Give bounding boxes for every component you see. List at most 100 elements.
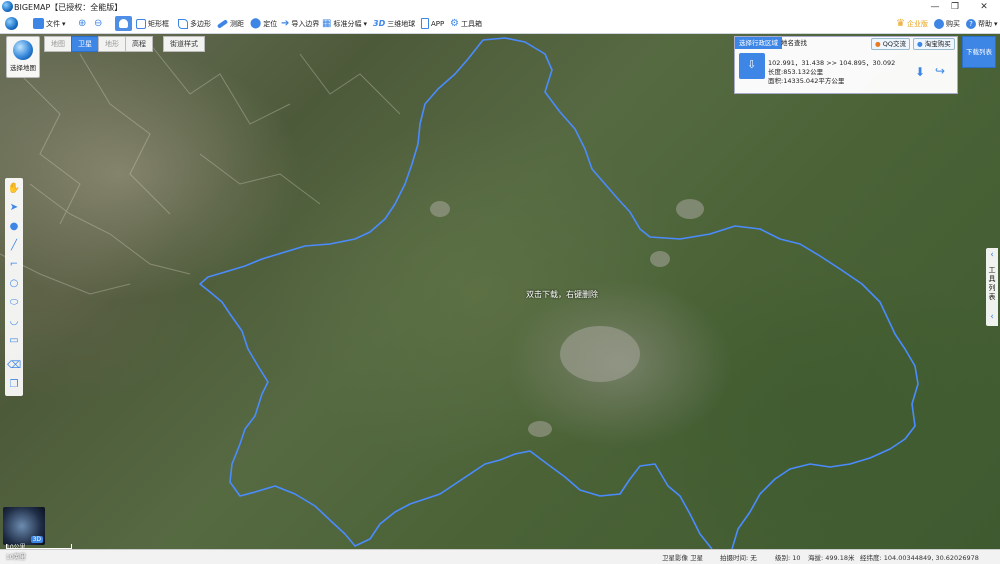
tab-street-style[interactable]: 街道样式 <box>163 36 205 52</box>
tab-elevation[interactable]: 高程 <box>125 36 153 52</box>
gear-icon: ⚙ <box>450 18 459 29</box>
help-icon: ? <box>966 18 976 29</box>
tab-terrain[interactable]: 地形 <box>98 36 126 52</box>
app-button[interactable]: APP <box>421 16 444 31</box>
zoom-in-button[interactable]: ⊕ <box>78 16 86 31</box>
zoom-out-button[interactable]: ⊖ <box>94 16 102 31</box>
minimap-3d[interactable]: 3D <box>3 507 45 545</box>
draw-tools-panel: ✋ ➤ ● ╱ ⌐ ○ ⬭ ◡ ▭ ⌫ ❐ <box>5 178 23 396</box>
standard-grid-label: 标准分幅 <box>333 19 362 28</box>
file-menu[interactable]: 文件 ▾ <box>33 16 66 31</box>
dropdown-arrow-icon: ▾ <box>994 19 998 28</box>
status-image-source: 卫星影像 卫星 <box>662 554 704 562</box>
app-label: APP <box>431 19 445 28</box>
circle-tool-icon[interactable]: ○ <box>7 276 21 290</box>
close-button[interactable]: ✕ <box>975 1 993 13</box>
import-boundary-label: 导入边界 <box>291 19 320 28</box>
chevron-left-icon[interactable]: ‹ <box>986 250 998 260</box>
qq-icon: ● <box>875 40 881 48</box>
map-overlay <box>0 37 919 549</box>
status-capture-time: 拍摄时间: 无 <box>720 554 757 562</box>
globe-menu-icon[interactable] <box>5 17 18 30</box>
3d-earth-label: 三维地球 <box>387 19 416 28</box>
crown-icon: ♛ <box>896 18 905 29</box>
download-icon[interactable]: ⬇ <box>915 65 925 79</box>
status-altitude: 海拔: 499.18米 <box>808 554 855 562</box>
map-hint-text: 双击下载，右键删除 <box>526 290 598 299</box>
file-menu-label: 文件 <box>46 19 60 28</box>
region-info-panel: 选择行政区域 地名查找 ● QQ交流 ● 淘宝购买 ⇩ 102.991，31.4… <box>734 36 958 94</box>
zoom-in-icon: ⊕ <box>78 18 87 29</box>
dropdown-arrow-icon: ▾ <box>62 19 66 28</box>
tool-list-label: 工具列表 <box>988 266 996 301</box>
taobao-buy-label: 淘宝购买 <box>924 40 951 48</box>
enterprise-button[interactable]: ♛ 企业版 <box>896 16 928 31</box>
zoom-out-icon: ⊖ <box>94 18 103 29</box>
user-icon <box>934 18 944 29</box>
city-patches <box>430 199 704 437</box>
restore-button[interactable]: ❐ <box>946 1 964 13</box>
download-list-button[interactable]: 下载列表 <box>962 36 996 68</box>
hand-icon <box>119 19 128 28</box>
chevron-left-icon[interactable]: ‹ <box>986 312 998 322</box>
satellite-map[interactable] <box>0 34 1000 549</box>
arc-tool-icon[interactable]: ◡ <box>7 314 21 328</box>
polygon-icon <box>178 18 188 29</box>
hand-tool-icon[interactable]: ✋ <box>7 181 21 195</box>
standard-grid-menu[interactable]: ▦ 标准分幅 ▾ <box>322 16 367 31</box>
line-tool-icon[interactable]: ╱ <box>7 238 21 252</box>
download-arrow-icon: ⇩ <box>747 58 757 71</box>
main-toolbar: 文件 ▾ ⊕ ⊖ 矩形框 多边形 测距 ⬤ 定位 ➔ 导入边界 ▦ 标准分幅 ▾ 3… <box>0 14 1000 34</box>
folder-icon <box>33 18 44 29</box>
tab-select-admin-region[interactable]: 选择行政区域 <box>735 37 782 49</box>
3d-earth-button[interactable]: 3D 三维地球 <box>373 16 415 31</box>
help-button[interactable]: ? 帮助 ▾ <box>966 16 998 31</box>
help-label: 帮助 <box>978 19 992 28</box>
ruler-icon <box>216 18 229 29</box>
rectangle-select-button[interactable]: 矩形框 <box>136 16 169 31</box>
locate-label: 定位 <box>263 19 278 28</box>
eraser-tool-icon[interactable]: ⌫ <box>7 358 21 372</box>
tab-satellite[interactable]: 卫星 <box>71 36 99 52</box>
3d-icon: 3D <box>373 19 386 28</box>
rectangle-icon <box>136 18 146 29</box>
pointer-tool-icon[interactable]: ➤ <box>7 200 21 214</box>
bigemap-logo-icon <box>2 1 13 12</box>
status-zoom-level: 级别: 10 <box>775 554 801 562</box>
tool-list-tab[interactable]: ‹ 工具列表 ‹ <box>986 248 998 326</box>
locate-button[interactable]: ⬤ 定位 <box>250 16 277 31</box>
rectangle-tool-icon[interactable]: ▭ <box>7 333 21 347</box>
rectangle-label: 矩形框 <box>148 19 169 28</box>
grid-icon: ▦ <box>322 18 332 29</box>
pan-hand-button[interactable] <box>115 16 132 31</box>
minimize-button[interactable]: — <box>926 1 944 13</box>
minimap-3d-badge[interactable]: 3D <box>30 536 43 543</box>
marker-tool-icon[interactable]: ● <box>7 219 21 233</box>
taobao-buy-button[interactable]: ● 淘宝购买 <box>913 38 955 50</box>
polyline-tool-icon[interactable]: ⌐ <box>7 257 21 271</box>
qq-chat-label: QQ交流 <box>882 40 906 48</box>
cart-icon: ● <box>917 40 923 48</box>
status-coordinates: 经纬度: 104.00344849, 30.62026978 <box>860 554 979 562</box>
measure-distance-button[interactable]: 测距 <box>216 16 244 31</box>
polygon-select-button[interactable]: 多边形 <box>178 16 211 31</box>
download-folder-icon[interactable]: ⇩ <box>739 53 765 79</box>
app-title: BIGEMAP【已授权：全能版】 <box>14 3 123 12</box>
layers-tool-icon[interactable]: ❐ <box>7 377 21 391</box>
scale-mile: 10英里 <box>6 554 26 561</box>
purchase-button[interactable]: 购买 <box>934 16 960 31</box>
qq-chat-button[interactable]: ● QQ交流 <box>871 38 910 50</box>
title-bar: BIGEMAP【已授权：全能版】 — ❐ ✕ <box>0 0 1000 15</box>
select-map-label: 选择地图 <box>10 64 36 72</box>
import-icon: ➔ <box>281 18 290 29</box>
import-boundary-button[interactable]: ➔ 导入边界 <box>281 16 319 31</box>
toolbox-button[interactable]: ⚙ 工具箱 <box>450 16 482 31</box>
mountain-texture <box>0 43 401 295</box>
ellipse-tool-icon[interactable]: ⬭ <box>7 295 21 309</box>
share-icon[interactable]: ↪ <box>935 64 945 78</box>
tab-map[interactable]: 地图 <box>44 36 72 52</box>
region-area: 面积:14335.042平方公里 <box>768 77 845 85</box>
select-map-button[interactable]: 选择地图 <box>6 36 40 78</box>
polygon-label: 多边形 <box>190 19 211 28</box>
tab-place-search[interactable]: 地名查找 <box>777 37 811 49</box>
